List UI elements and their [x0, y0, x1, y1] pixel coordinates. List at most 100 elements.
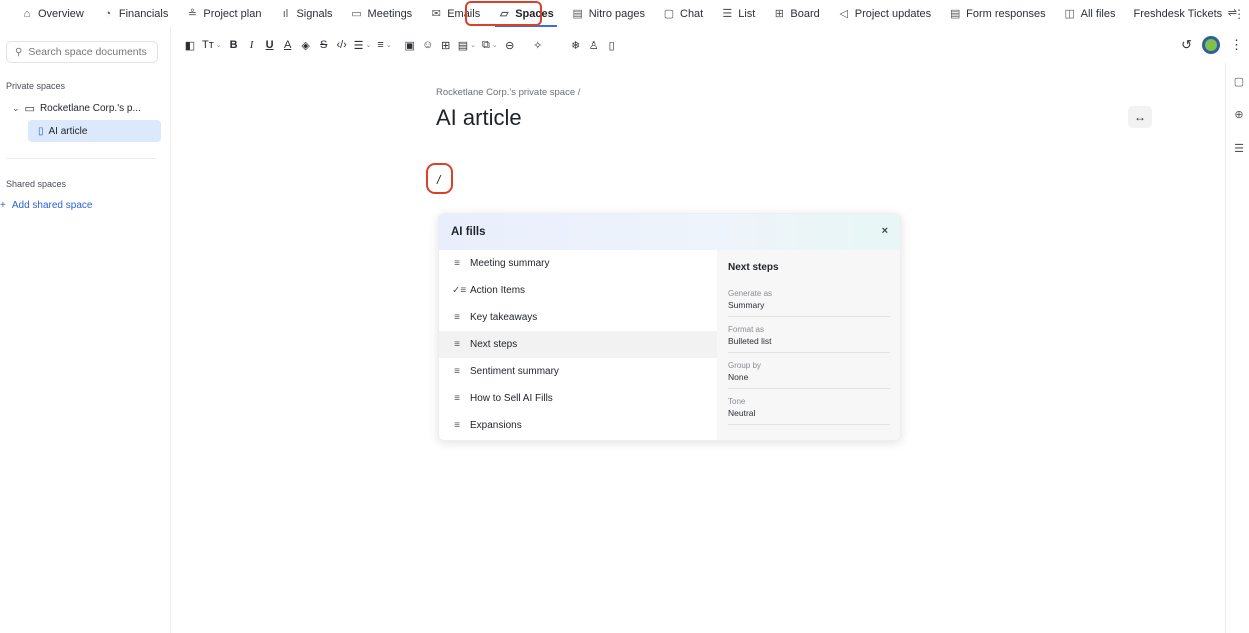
ai-fill-action-items[interactable]: ✓≡ Action Items [439, 277, 717, 304]
tab-financials[interactable]: ◔ Financials [93, 0, 178, 27]
plan-icon: ≗ [187, 8, 197, 20]
tab-freshdesk-tickets[interactable]: Freshdesk Tickets [1125, 0, 1232, 27]
checklist-icon[interactable]: ☰ [1232, 141, 1246, 155]
ai-fills-panel: AI fills × ≡ Meeting summary ✓≡ Action Ite… [438, 213, 901, 441]
underline-icon[interactable]: U [261, 35, 279, 55]
layout-icon[interactable]: ▤ ⌄ [455, 35, 479, 55]
text-style-icon[interactable]: Tт ⌄ [199, 35, 225, 55]
more-options-icon[interactable]: ⋮ [1230, 37, 1243, 53]
detail-field-generate-as: Generate as Summary [728, 289, 890, 317]
form-icon: ▤ [949, 8, 961, 20]
home-icon: ⌂ [23, 7, 31, 20]
editor-toolbar: ◧ Tт ⌄ B I U A ◈ S ‹/› ☰ ⌄ ≡ ⌄ ▣ ☺ ⊞ ▤ ⌄ ⧉ ⌄ … [171, 27, 1249, 63]
list-icon: ☰ [722, 8, 733, 20]
folder-icon: ▭ [24, 102, 35, 115]
snowflake-icon[interactable]: ❄ [567, 35, 585, 55]
private-spaces-heading: Private spaces [6, 81, 66, 91]
tab-form-responses[interactable]: ▤ Form responses [940, 0, 1054, 27]
export-icon[interactable]: ▯ [603, 35, 621, 55]
tab-list[interactable]: ☰ List [712, 0, 764, 27]
chevron-down-icon: ⌄ [12, 102, 20, 113]
strikethrough-icon[interactable]: S [315, 35, 333, 55]
embed-icon[interactable]: ⊖ [501, 35, 519, 55]
tab-all-files[interactable]: ◫ All files [1055, 0, 1125, 27]
mail-icon: ✉ [431, 8, 441, 20]
ai-sparkle-icon[interactable]: ✧ [529, 35, 547, 55]
tab-chat[interactable]: ▢ Chat [654, 0, 712, 27]
ai-fills-title: AI fills [451, 226, 486, 238]
ai-fill-expansions[interactable]: ≡ Expansions [439, 412, 717, 439]
board-icon: ⊞ [774, 8, 784, 20]
right-rail: ▢ ⊕ ☰ [1225, 63, 1249, 633]
page-title[interactable]: AI article [436, 105, 522, 131]
tab-project-plan[interactable]: ≗ Project plan [177, 0, 270, 27]
code-icon[interactable]: ‹/› [333, 35, 351, 55]
add-comment-icon[interactable]: ⊕ [1232, 107, 1246, 121]
calendar-icon: ▭ [351, 8, 362, 20]
spaces-tab-highlight [465, 1, 542, 26]
history-icon[interactable]: ↺ [1181, 37, 1192, 53]
chat-icon: ▢ [663, 8, 675, 20]
sidebar-divider [6, 158, 156, 159]
image-icon[interactable]: ▣ [401, 35, 419, 55]
highlight-icon[interactable]: ◈ [297, 35, 315, 55]
sidebar-toggle-icon[interactable]: ◧ [181, 35, 199, 55]
detail-field-group-by: Group by None [728, 361, 890, 389]
search-icon: ⚲ [15, 46, 23, 58]
document-icon: ▯ [38, 125, 44, 137]
page-icon: ▤ [572, 8, 583, 20]
lines-icon: ≡ [454, 366, 460, 377]
spaces-sidebar: ⚲ Search space documents Private spaces … [0, 27, 171, 633]
breadcrumb[interactable]: Rocketlane Corp.'s private space / [436, 87, 580, 98]
italic-icon[interactable]: I [243, 35, 261, 55]
ai-fill-next-steps[interactable]: ≡ Next steps [439, 331, 717, 358]
detail-title: Next steps [728, 262, 779, 273]
comment-icon[interactable]: ▢ [1232, 74, 1246, 88]
search-input[interactable]: ⚲ Search space documents [6, 41, 158, 63]
ai-fill-sentiment-summary[interactable]: ≡ Sentiment summary [439, 358, 717, 385]
ai-fill-key-takeaways[interactable]: ≡ Key takeaways [439, 304, 717, 331]
shared-spaces-heading: Shared spaces [6, 179, 67, 189]
ai-fill-how-to-sell[interactable]: ≡ How to Sell AI Fills [439, 385, 717, 412]
tree-item-ai-article[interactable]: ▯ AI article [28, 120, 161, 142]
tab-board[interactable]: ⊞ Board [764, 0, 828, 27]
tab-overview[interactable]: ⌂ Overview [12, 0, 93, 27]
table-icon[interactable]: ⊞ [437, 35, 455, 55]
align-icon[interactable]: ≡ ⌄ [374, 35, 394, 55]
tab-signals[interactable]: ıl Signals [270, 0, 341, 27]
tree-item-private-space[interactable]: ⌄ ▭ Rocketlane Corp.'s p... [12, 98, 141, 118]
lines-icon: ≡ [454, 258, 460, 269]
stack-icon[interactable]: ⧉ ⌄ [479, 35, 501, 55]
signal-icon: ıl [282, 7, 289, 20]
plus-icon: + [0, 200, 6, 211]
avatar[interactable] [1202, 36, 1220, 54]
expand-width-icon[interactable]: ↔ [1128, 106, 1152, 128]
money-icon: ◔ [104, 7, 112, 20]
ai-fills-header: AI fills × [439, 214, 900, 250]
add-shared-space-link[interactable]: + Add shared space [0, 200, 92, 211]
tab-meetings[interactable]: ▭ Meetings [342, 0, 422, 27]
ai-fill-detail: Next steps Generate as Summary Format as… [717, 250, 900, 440]
text-color-icon[interactable]: A [279, 35, 297, 55]
ai-fill-meeting-summary[interactable]: ≡ Meeting summary [439, 250, 717, 277]
tab-project-updates[interactable]: ◁ Project updates [829, 0, 940, 27]
toolbar-right: ↺ ⋮ [1181, 27, 1249, 63]
emoji-icon[interactable]: ☺ [419, 35, 437, 55]
checklist-icon: ✓≡ [452, 285, 467, 296]
lines-icon: ≡ [454, 312, 460, 323]
top-nav: ⌂ Overview ◔ Financials ≗ Project plan ıl Si… [0, 0, 1249, 27]
bold-icon[interactable]: B [225, 35, 243, 55]
megaphone-icon: ◁ [839, 8, 848, 20]
slash-highlight [426, 163, 453, 194]
filter-icon[interactable]: ⇌ [1228, 6, 1237, 19]
files-icon: ◫ [1064, 8, 1075, 20]
bullet-list-icon[interactable]: ☰ ⌄ [351, 35, 375, 55]
detail-field-tone: Tone Neutral [728, 397, 890, 425]
detail-field-format-as: Format as Bulleted list [728, 325, 890, 353]
close-icon[interactable]: × [882, 225, 888, 237]
ai-fills-list: ≡ Meeting summary ✓≡ Action Items ≡ Key tak… [439, 250, 717, 440]
lines-icon: ≡ [454, 420, 460, 431]
stamp-icon[interactable]: ♙ [585, 35, 603, 55]
lines-icon: ≡ [454, 393, 460, 404]
tab-nitro-pages[interactable]: ▤ Nitro pages [563, 0, 654, 27]
